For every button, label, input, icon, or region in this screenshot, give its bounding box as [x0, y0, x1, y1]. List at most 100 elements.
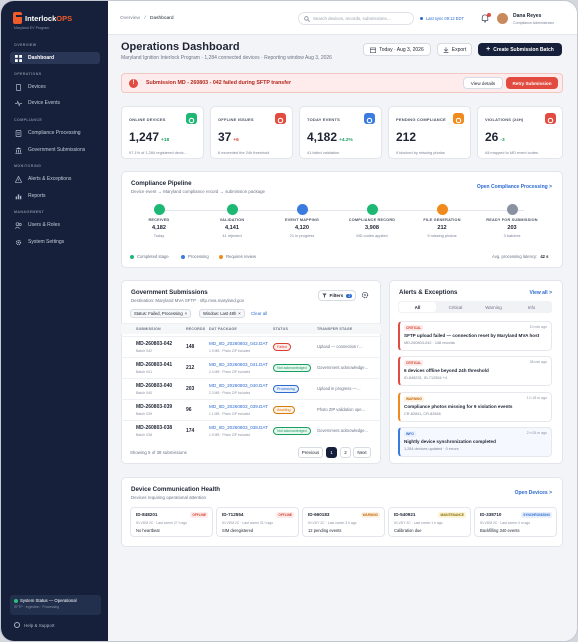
pipeline-step[interactable]: EVENT MAPPING 4,120 21 in progress [265, 204, 339, 238]
window-filter-chip[interactable]: Window: Last 48h × [199, 309, 245, 318]
tab-all[interactable]: All [399, 302, 436, 312]
pipeline-step[interactable]: COMPLIANCE RECORD 3,908 MD codes applied [335, 204, 409, 238]
kpi-note: 9 blocked by missing photos [396, 150, 445, 155]
device-card[interactable]: ID-338710 SYNCHRONIZING IH-VDM 2C · Last c… [474, 507, 557, 537]
device-card[interactable]: ID-848201 OFFLINE IH-VDM 2C · Last comm 27… [130, 507, 213, 537]
severity-badge: WARNING [404, 396, 424, 402]
table-row[interactable]: MD-260803-041 Batch 041 212 MD_IID_20260803… [121, 357, 381, 378]
sidebar-item-government-submissions[interactable]: Government Submissions [10, 144, 100, 156]
alert-meta: CR-82841, CR-82846 [404, 412, 441, 416]
kpi-card[interactable]: VIOLATIONS (24H) 26 -3 All mapped to MD eve… [477, 106, 563, 159]
date-button-label: Today · Aug 3, 2026 [379, 46, 424, 53]
step-note: 3 batches [503, 233, 521, 238]
breadcrumb-root[interactable]: Overview [120, 16, 140, 21]
failure-alert-banner: ! Submission MD - 260803 - 042 failed du… [121, 73, 563, 93]
sidebar-item-alerts[interactable]: Alerts & Exceptions [10, 173, 100, 185]
filters-button[interactable]: Filters 2 [318, 290, 356, 301]
alert-meta: 1,284 devices updated · 0 errors [404, 447, 459, 451]
alerts-title: Alerts & Exceptions [399, 289, 458, 296]
pipeline-step[interactable]: FILE GENERATION 212 9 missing photos [405, 204, 479, 238]
next-page-button[interactable]: Next [353, 447, 371, 458]
table-row[interactable]: MD-260803-042 Batch 042 148 MD_IID_20260803… [121, 336, 381, 357]
table-row[interactable]: MD-260803-039 Batch 039 96 MD_IID_20260803_… [121, 399, 381, 420]
view-all-alerts-link[interactable]: View all > [529, 290, 552, 296]
search-input[interactable]: Search devices, records, submissions… [298, 12, 414, 25]
col-submission: SUBMISSION [136, 327, 161, 331]
dat-package-link[interactable]: MD_IID_20260803_040.DAT [209, 383, 268, 388]
remove-chip-icon[interactable]: × [238, 311, 240, 316]
retry-submission-button[interactable]: Retry Submission [506, 77, 558, 89]
alert-item[interactable]: INFO 2 h 05 m ago Nightly device synchroni… [398, 427, 552, 457]
dat-package-link[interactable]: MD_IID_20260803_042.DAT [209, 341, 268, 346]
dat-package-link[interactable]: MD_IID_20260803_038.DAT [209, 425, 268, 430]
severity-badge: INFO [404, 431, 416, 437]
kpi-card[interactable]: TODAY EVENTS 4,182 +4.2% 41 failed validati… [299, 106, 382, 159]
step-status-icon [296, 204, 308, 215]
sidebar-item-users[interactable]: Users & Roles [10, 219, 100, 231]
record-count: 203 [186, 386, 195, 392]
sidebar-item-settings[interactable]: System Settings [10, 236, 100, 248]
device-issue: SIM deregistered [222, 528, 254, 533]
app-window: InterlockOPS Maryland EV Program OVERVIE… [0, 0, 578, 642]
sidebar-item-reports[interactable]: Reports [10, 190, 100, 202]
alert-title: 6 devices offline beyond 24h threshold [404, 368, 489, 373]
kpi-card[interactable]: PENDING COMPLIANCE 212 9 blocked by missin… [388, 106, 471, 159]
device-card[interactable]: ID-540921 MAINTENANCE IH-VDY 2C · Last com… [388, 507, 471, 537]
previous-page-button[interactable]: Previous [298, 447, 323, 458]
tab-warning[interactable]: Warning [475, 302, 512, 312]
download-icon [443, 46, 449, 53]
device-issue: Calibration due [394, 528, 422, 533]
pipeline-step[interactable]: READY FOR SUBMISSION 203 3 batches [475, 204, 549, 238]
status-filter-chip[interactable]: Status: Failed, Processing × [130, 309, 192, 318]
pipeline-title: Compliance Pipeline [131, 180, 192, 187]
export-button-label: Export [451, 46, 467, 53]
batch-label: Batch 039 [136, 412, 153, 416]
device-card[interactable]: ID-660183 WARNING IH-VDY 2C · Last comm 3 … [302, 507, 385, 537]
tab-critical[interactable]: Critical [437, 302, 474, 312]
device-card[interactable]: ID-712554 OFFLINE IH-VDM 2C · Last comm 31… [216, 507, 299, 537]
create-submission-batch-button[interactable]: + Create Submission Batch [478, 43, 562, 56]
sidebar-item-dashboard[interactable]: Dashboard [10, 52, 100, 64]
dat-package-link[interactable]: MD_IID_20260803_041.DAT [209, 362, 268, 367]
open-devices-link[interactable]: Open Devices > [515, 490, 552, 496]
step-value: 4,120 [295, 225, 309, 231]
page-1-button[interactable]: 1 [326, 447, 337, 458]
severity-badge: CRITICAL [404, 325, 424, 331]
sidebar-item-devices[interactable]: Devices [10, 81, 100, 93]
batch-label: Batch 041 [136, 370, 153, 374]
dat-package-link[interactable]: MD_IID_20260803_039.DAT [209, 404, 268, 409]
date-button[interactable]: Today · Aug 3, 2026 [363, 43, 431, 56]
remove-chip-icon[interactable]: × [185, 311, 187, 316]
sidebar-item-device-events[interactable]: Device Events [10, 97, 100, 109]
avatar[interactable] [497, 13, 508, 24]
system-status-card[interactable]: System Status — Operational SFTP · Inges… [10, 595, 101, 615]
kpi-card[interactable]: OFFLINE ISSUES 37 +6 6 exceeded the 24h thr… [210, 106, 293, 159]
table-footer: Showing 5 of 38 submissions [130, 450, 187, 455]
col-status: STATUS [273, 327, 289, 331]
alert-item[interactable]: CRITICAL 10 min ago SFTP upload failed — c… [398, 321, 552, 351]
alert-item[interactable]: WARNING 1 h 18 m ago Compliance photos mis… [398, 392, 552, 422]
pipeline-step[interactable]: VALIDATION 4,141 41 rejected [195, 204, 269, 238]
transfer-stage: Government acknowledge… [317, 428, 369, 433]
settings-icon[interactable] [361, 291, 369, 299]
sidebar-item-compliance-processing[interactable]: Compliance Processing [10, 127, 100, 139]
help-link[interactable]: Help & Support [14, 622, 55, 628]
pipeline-step[interactable]: RECEIVED 4,182 Today [122, 204, 196, 238]
table-row[interactable]: MD-260803-040 Batch 040 203 MD_IID_20260803… [121, 378, 381, 399]
open-compliance-processing-link[interactable]: Open Compliance Processing > [477, 184, 552, 190]
kpi-delta: +6 [233, 138, 239, 143]
device-meta: IH-VDY 2C · Last comm 3 h ago [308, 521, 357, 525]
kpi-note: 6 exceeded the 24h threshold [218, 150, 270, 155]
step-label: EVENT MAPPING [284, 218, 320, 222]
export-button[interactable]: Export [437, 43, 472, 56]
kpi-card[interactable]: ONLINE DEVICES 1,247 +18 97.1% of 1,284 reg… [121, 106, 204, 159]
alert-item[interactable]: CRITICAL 38 min ago 6 devices offline beyo… [398, 356, 552, 386]
tab-info[interactable]: Info [513, 302, 550, 312]
device-meta: IH-VDY 2C · Last comm 1 h ago [394, 521, 443, 525]
page-2-button[interactable]: 2 [340, 447, 351, 458]
submission-id: MD-260803-039 [136, 404, 173, 410]
view-details-button[interactable]: View details [463, 77, 503, 89]
clear-filters-link[interactable]: Clear all [251, 311, 267, 316]
kpi-label: OFFLINE ISSUES [218, 117, 254, 122]
table-row[interactable]: MD-260803-038 Batch 038 174 MD_IID_20260803… [121, 420, 381, 441]
